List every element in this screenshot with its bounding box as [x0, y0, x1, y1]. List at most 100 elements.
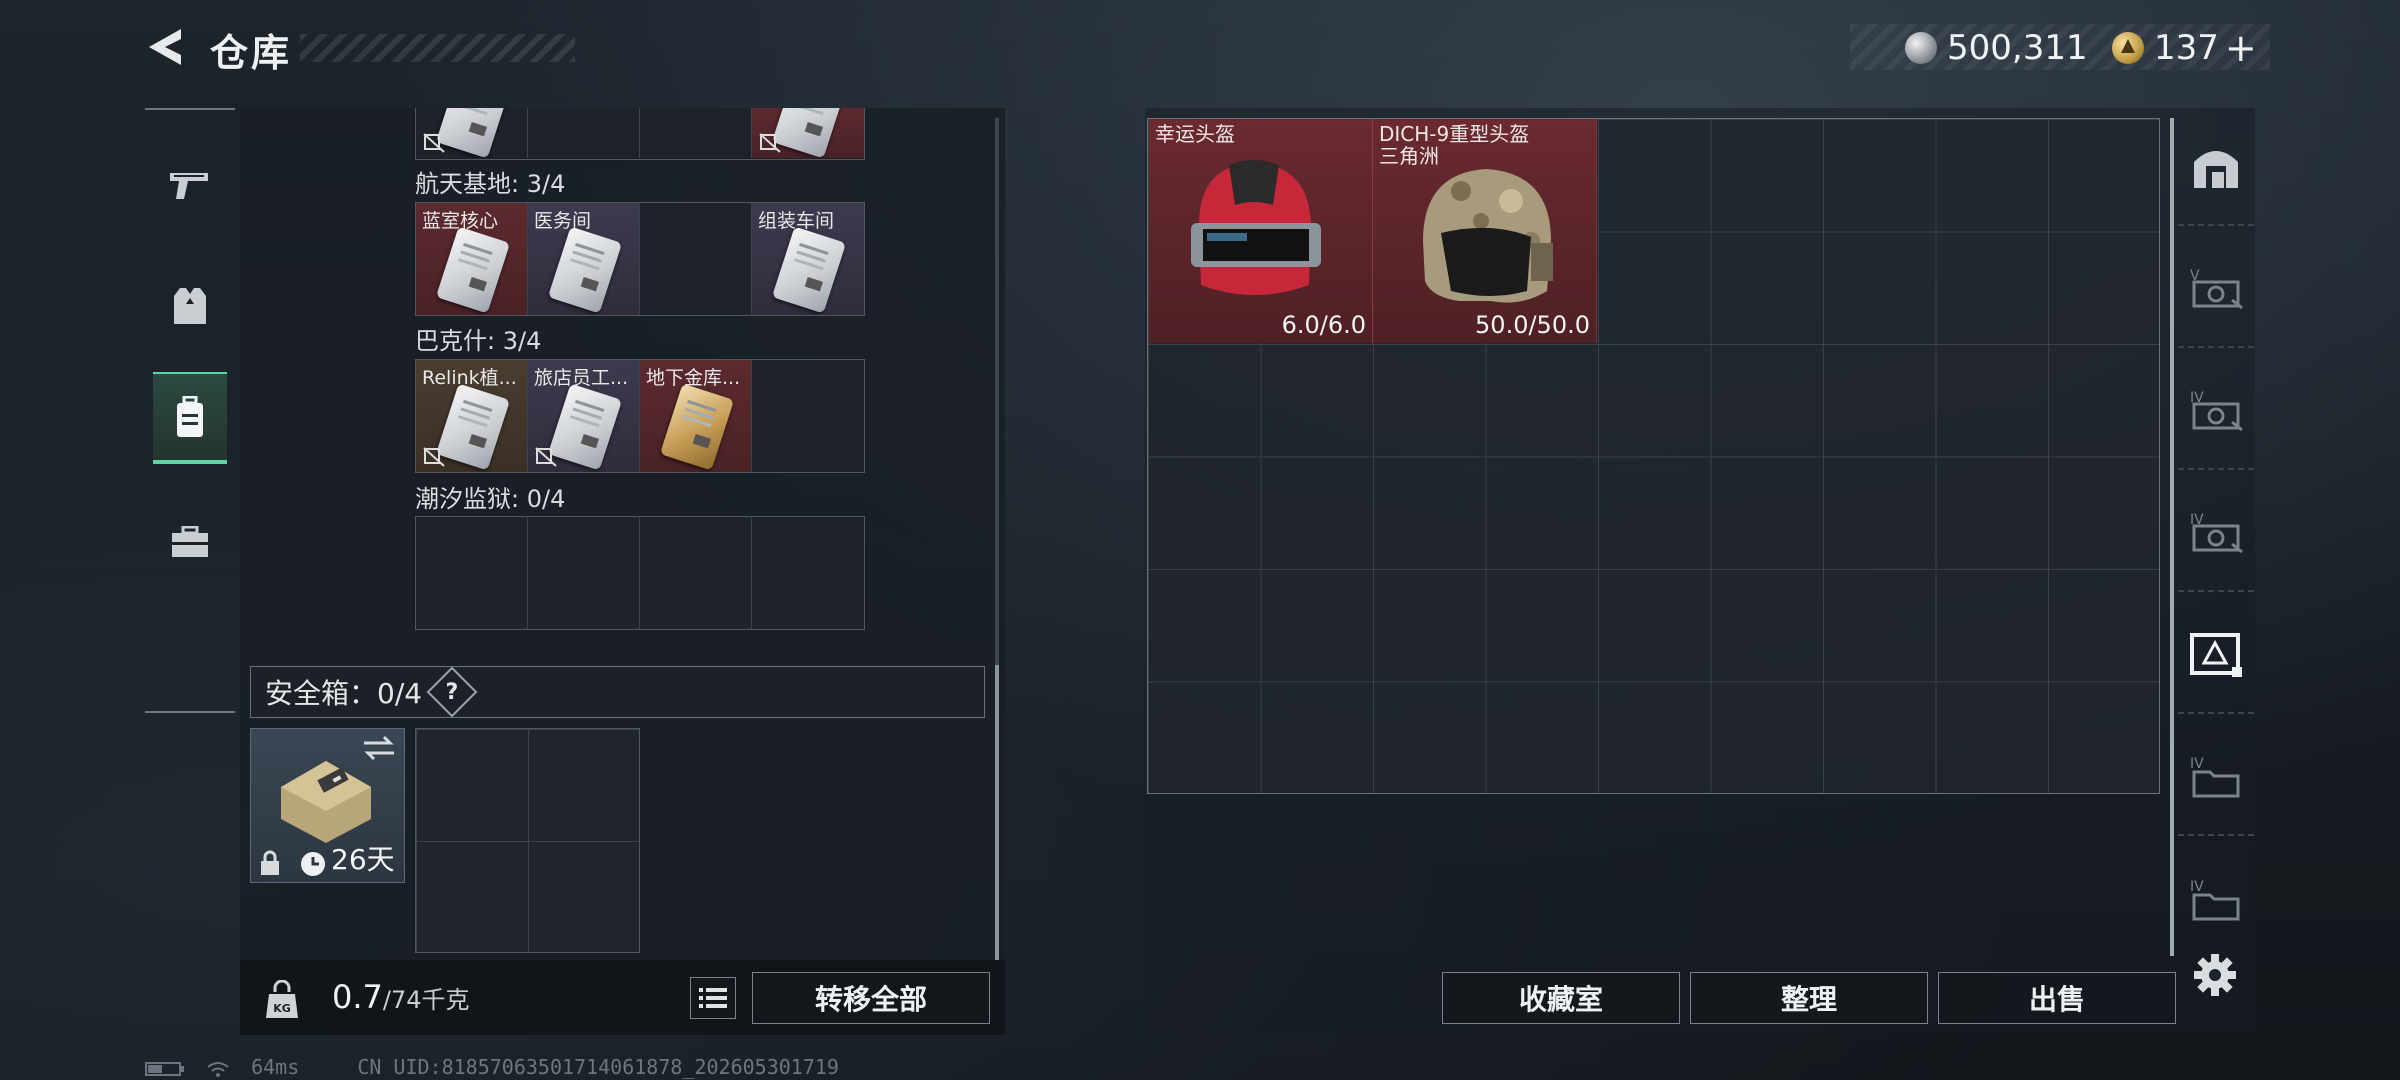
key-slot[interactable]: 蓝室核心 [416, 203, 528, 315]
weight-lock-button[interactable]: KG [252, 970, 312, 1030]
list-view-button[interactable] [690, 977, 736, 1019]
stash-item-dich9-helmet[interactable]: DICH-9重型头盔 三角洲 50.0/50.0 [1373, 119, 1597, 343]
weight-max: /74千克 [382, 986, 470, 1014]
silver-amount: 500,311 [1947, 28, 2088, 68]
key-row-aerospace: 蓝室核心 医务间 组装车间 [415, 202, 865, 316]
tab-containers[interactable] [153, 372, 227, 464]
camo-helmet-icon [1423, 169, 1553, 303]
key-slot-empty[interactable] [528, 517, 640, 629]
safe-box-header: 安全箱：0/4 ? [250, 666, 985, 718]
side-tab-home[interactable] [2178, 108, 2254, 226]
wifi-icon [207, 1061, 229, 1077]
key-slot-empty[interactable] [640, 517, 752, 629]
group-label-aerospace: 航天基地: 3/4 [415, 170, 566, 198]
tab-toolbox[interactable] [153, 496, 227, 588]
key-row-prison [415, 516, 865, 630]
group-label-prison: 潮汐监狱: 0/4 [415, 485, 566, 513]
side-tab-stash-v[interactable]: V [2178, 230, 2254, 348]
side-tab-stash-active[interactable] [2178, 596, 2254, 714]
case-active-icon [2190, 633, 2242, 677]
tier-label: IV [2190, 879, 2204, 895]
no-drop-icon [535, 447, 557, 467]
lock-icon [261, 850, 279, 875]
gold-coin-icon [2112, 32, 2144, 64]
title-decoration [300, 34, 575, 62]
help-icon: ? [445, 679, 459, 705]
key-slot[interactable]: 旅店员工... [528, 360, 640, 472]
side-tab-stash-iv-b[interactable]: IV [2178, 474, 2254, 592]
silver-coin-icon [1905, 32, 1937, 64]
gold-currency[interactable]: 137 + [2112, 26, 2257, 70]
side-tab-stash-iv-a[interactable]: IV [2178, 352, 2254, 470]
help-button[interactable]: ? [426, 666, 478, 718]
key-slot-empty[interactable] [416, 517, 528, 629]
list-icon [699, 988, 727, 1008]
add-currency-button[interactable]: + [2225, 26, 2257, 70]
key-row-partial [415, 108, 865, 160]
right-scrollbar-thumb[interactable] [2170, 118, 2174, 956]
safe-box-item[interactable]: 26天 [250, 728, 405, 883]
organize-button[interactable]: 整理 [1690, 972, 1928, 1024]
weight-kg-icon: KG [266, 980, 298, 1018]
key-slot[interactable]: 组装车间 [752, 203, 864, 315]
safe-case-icon [281, 761, 371, 843]
ping-readout: 64ms [251, 1055, 300, 1079]
keycard-icon [771, 108, 847, 158]
side-tab-stash-iv-c[interactable]: IV [2178, 718, 2254, 836]
item-durability: 6.0/6.0 [1281, 311, 1366, 339]
tab-weapons[interactable] [153, 140, 227, 232]
item-title: DICH-9重型头盔 [1379, 122, 1530, 146]
group-label-bakesh: 巴克什: 3/4 [415, 327, 542, 355]
key-name: 医务间 [534, 210, 592, 232]
red-helmet-icon [1191, 160, 1321, 295]
case-iv-icon: IV [2190, 390, 2243, 432]
no-drop-icon [423, 447, 445, 467]
days-remaining: 26天 [331, 843, 395, 876]
left-scrollbar-thumb[interactable] [995, 665, 999, 960]
svg-text:KG: KG [273, 1002, 291, 1015]
sell-button[interactable]: 出售 [1938, 972, 2176, 1024]
key-slot-empty[interactable] [752, 360, 864, 472]
side-tab-stash-iv-d[interactable]: IV [2178, 840, 2254, 958]
no-drop-icon [759, 133, 781, 153]
key-slot-empty[interactable] [640, 203, 752, 315]
key-slot[interactable]: 地下金库... [640, 360, 752, 472]
key-slot[interactable] [752, 108, 864, 158]
swap-icon[interactable] [362, 735, 396, 761]
key-row-bakesh: Relink植... 旅店员工... 地下金库... [415, 359, 865, 473]
home-icon [2194, 151, 2238, 188]
weight-readout: 0.7/74千克 [332, 978, 470, 1016]
safe-box-grid[interactable] [415, 728, 640, 953]
gold-amount: 137 [2154, 28, 2219, 68]
key-slot[interactable] [528, 108, 640, 158]
armor-vest-icon [174, 288, 206, 324]
uid-readout: CN UID:81857063501714061878_202605301719 [357, 1055, 839, 1079]
settings-button[interactable] [2190, 950, 2240, 1000]
key-slot[interactable] [640, 108, 752, 158]
no-drop-icon [423, 133, 445, 153]
key-slot[interactable]: 医务间 [528, 203, 640, 315]
tab-equipment[interactable] [153, 260, 227, 352]
back-button[interactable] [140, 22, 190, 72]
gear-icon [2194, 954, 2236, 996]
stash-item-lucky-helmet[interactable]: 幸运头盔 6.0/6.0 [1149, 119, 1373, 343]
keycard-icon [435, 108, 511, 158]
key-name: 组装车间 [758, 210, 835, 232]
case-iv-icon: IV [2190, 512, 2243, 554]
case-v-icon: V [2190, 268, 2243, 310]
key-name: 蓝室核心 [422, 210, 499, 232]
battery-icon [145, 1061, 184, 1076]
backpack-icon [177, 396, 203, 437]
collection-room-button[interactable]: 收藏室 [1442, 972, 1680, 1024]
key-name: 旅店员工... [534, 367, 629, 389]
key-slot-empty[interactable] [752, 517, 864, 629]
key-slot[interactable]: Relink植... [416, 360, 528, 472]
keycard-icon [547, 383, 623, 471]
safe-box-label: 安全箱：0/4 [265, 677, 423, 710]
page-title: 仓库 [210, 31, 293, 75]
key-slot[interactable] [416, 108, 528, 158]
briefcase-icon [172, 526, 208, 557]
gold-keycard-icon [659, 383, 735, 471]
stash-side-tabs: V IV IV IV IV [2178, 108, 2258, 988]
transfer-all-button[interactable]: 转移全部 [752, 972, 990, 1024]
